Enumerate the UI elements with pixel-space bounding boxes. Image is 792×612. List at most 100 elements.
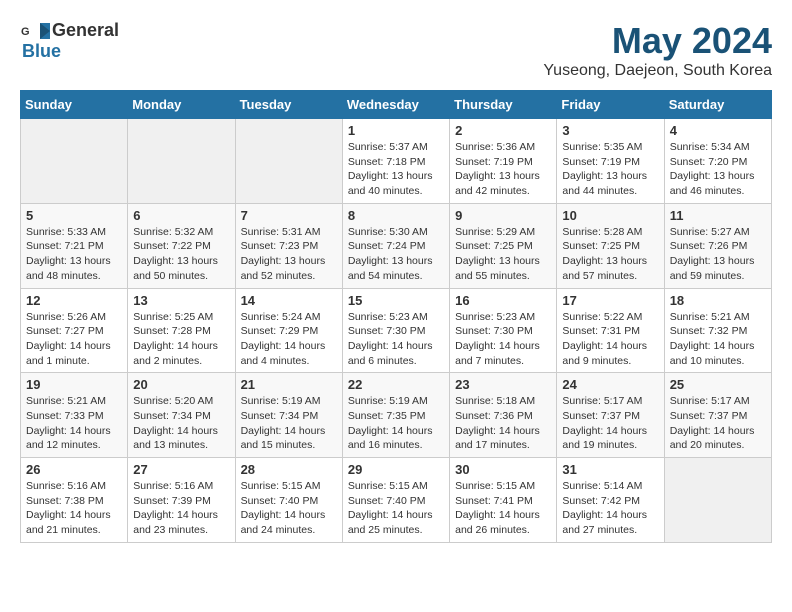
day-info: Sunrise: 5:33 AM Sunset: 7:21 PM Dayligh… (26, 225, 122, 284)
calendar-cell: 7 Sunrise: 5:31 AM Sunset: 7:23 PM Daylig… (235, 203, 342, 288)
day-info: Sunrise: 5:16 AM Sunset: 7:39 PM Dayligh… (133, 479, 229, 538)
calendar-cell (664, 458, 771, 543)
logo-icon: G (20, 21, 50, 41)
calendar-cell: 9Sunrise: 5:29 AM Sunset: 7:25 PM Daylig… (450, 203, 557, 288)
calendar-cell: 2 Sunrise: 5:36 AM Sunset: 7:19 PM Daylig… (450, 119, 557, 204)
day-info: Sunrise: 5:23 AM Sunset: 7:30 PM Dayligh… (348, 310, 444, 369)
location-title: Yuseong, Daejeon, South Korea (543, 62, 772, 80)
day-number: 2 (455, 123, 551, 138)
calendar-cell (235, 119, 342, 204)
calendar-cell: 5 Sunrise: 5:33 AM Sunset: 7:21 PM Daylig… (21, 203, 128, 288)
day-number: 22 (348, 377, 444, 392)
calendar-week-row: 26Sunrise: 5:16 AM Sunset: 7:38 PM Dayli… (21, 458, 772, 543)
day-number: 19 (26, 377, 122, 392)
logo-blue: Blue (22, 41, 61, 62)
day-number: 8 (348, 208, 444, 223)
day-info: Sunrise: 5:21 AM Sunset: 7:32 PM Dayligh… (670, 310, 766, 369)
day-info: Sunrise: 5:32 AM Sunset: 7:22 PM Dayligh… (133, 225, 229, 284)
day-info: Sunrise: 5:17 AM Sunset: 7:37 PM Dayligh… (670, 394, 766, 453)
day-info: Sunrise: 5:15 AM Sunset: 7:40 PM Dayligh… (348, 479, 444, 538)
weekday-header-row: SundayMondayTuesdayWednesdayThursdayFrid… (21, 91, 772, 119)
logo: G General Blue (20, 20, 119, 62)
day-info: Sunrise: 5:22 AM Sunset: 7:31 PM Dayligh… (562, 310, 658, 369)
day-info: Sunrise: 5:36 AM Sunset: 7:19 PM Dayligh… (455, 140, 551, 199)
day-info: Sunrise: 5:24 AM Sunset: 7:29 PM Dayligh… (241, 310, 337, 369)
calendar-cell: 12 Sunrise: 5:26 AM Sunset: 7:27 PM Dayli… (21, 288, 128, 373)
day-number: 15 (348, 293, 444, 308)
day-info: Sunrise: 5:18 AM Sunset: 7:36 PM Dayligh… (455, 394, 551, 453)
calendar-cell: 11Sunrise: 5:27 AM Sunset: 7:26 PM Dayli… (664, 203, 771, 288)
svg-text:G: G (21, 26, 30, 38)
day-number: 10 (562, 208, 658, 223)
calendar-cell: 27 Sunrise: 5:16 AM Sunset: 7:39 PM Dayli… (128, 458, 235, 543)
calendar-week-row: 12 Sunrise: 5:26 AM Sunset: 7:27 PM Dayli… (21, 288, 772, 373)
calendar-cell: 24 Sunrise: 5:17 AM Sunset: 7:37 PM Dayli… (557, 373, 664, 458)
calendar-week-row: 1 Sunrise: 5:37 AM Sunset: 7:18 PM Daylig… (21, 119, 772, 204)
day-info: Sunrise: 5:27 AM Sunset: 7:26 PM Dayligh… (670, 225, 766, 284)
day-info: Sunrise: 5:19 AM Sunset: 7:34 PM Dayligh… (241, 394, 337, 453)
day-number: 25 (670, 377, 766, 392)
day-number: 29 (348, 462, 444, 477)
calendar-cell: 19 Sunrise: 5:21 AM Sunset: 7:33 PM Dayli… (21, 373, 128, 458)
day-number: 14 (241, 293, 337, 308)
weekday-header-thursday: Thursday (450, 91, 557, 119)
calendar-cell: 10 Sunrise: 5:28 AM Sunset: 7:25 PM Dayli… (557, 203, 664, 288)
day-number: 26 (26, 462, 122, 477)
page-header: G General Blue May 2024 Yuseong, Daejeon… (20, 20, 772, 80)
day-number: 1 (348, 123, 444, 138)
day-number: 7 (241, 208, 337, 223)
day-info: Sunrise: 5:15 AM Sunset: 7:41 PM Dayligh… (455, 479, 551, 538)
weekday-header-tuesday: Tuesday (235, 91, 342, 119)
calendar-cell: 25 Sunrise: 5:17 AM Sunset: 7:37 PM Dayli… (664, 373, 771, 458)
calendar-cell (21, 119, 128, 204)
day-info: Sunrise: 5:19 AM Sunset: 7:35 PM Dayligh… (348, 394, 444, 453)
day-info: Sunrise: 5:34 AM Sunset: 7:20 PM Dayligh… (670, 140, 766, 199)
calendar-cell: 14 Sunrise: 5:24 AM Sunset: 7:29 PM Dayli… (235, 288, 342, 373)
logo-general: General (52, 20, 119, 41)
calendar-cell: 1 Sunrise: 5:37 AM Sunset: 7:18 PM Daylig… (342, 119, 449, 204)
calendar-cell: 20 Sunrise: 5:20 AM Sunset: 7:34 PM Dayli… (128, 373, 235, 458)
day-info: Sunrise: 5:25 AM Sunset: 7:28 PM Dayligh… (133, 310, 229, 369)
day-number: 28 (241, 462, 337, 477)
calendar-cell: 23Sunrise: 5:18 AM Sunset: 7:36 PM Dayli… (450, 373, 557, 458)
calendar-cell: 16 Sunrise: 5:23 AM Sunset: 7:30 PM Dayli… (450, 288, 557, 373)
day-number: 5 (26, 208, 122, 223)
day-info: Sunrise: 5:15 AM Sunset: 7:40 PM Dayligh… (241, 479, 337, 538)
weekday-header-saturday: Saturday (664, 91, 771, 119)
calendar-cell: 15 Sunrise: 5:23 AM Sunset: 7:30 PM Dayli… (342, 288, 449, 373)
calendar-cell: 21Sunrise: 5:19 AM Sunset: 7:34 PM Dayli… (235, 373, 342, 458)
calendar-cell: 28 Sunrise: 5:15 AM Sunset: 7:40 PM Dayli… (235, 458, 342, 543)
day-number: 16 (455, 293, 551, 308)
day-info: Sunrise: 5:21 AM Sunset: 7:33 PM Dayligh… (26, 394, 122, 453)
day-number: 4 (670, 123, 766, 138)
day-info: Sunrise: 5:35 AM Sunset: 7:19 PM Dayligh… (562, 140, 658, 199)
day-info: Sunrise: 5:23 AM Sunset: 7:30 PM Dayligh… (455, 310, 551, 369)
day-number: 31 (562, 462, 658, 477)
day-number: 6 (133, 208, 229, 223)
day-info: Sunrise: 5:26 AM Sunset: 7:27 PM Dayligh… (26, 310, 122, 369)
day-info: Sunrise: 5:14 AM Sunset: 7:42 PM Dayligh… (562, 479, 658, 538)
day-info: Sunrise: 5:20 AM Sunset: 7:34 PM Dayligh… (133, 394, 229, 453)
day-info: Sunrise: 5:31 AM Sunset: 7:23 PM Dayligh… (241, 225, 337, 284)
day-info: Sunrise: 5:37 AM Sunset: 7:18 PM Dayligh… (348, 140, 444, 199)
calendar-cell: 6 Sunrise: 5:32 AM Sunset: 7:22 PM Daylig… (128, 203, 235, 288)
calendar-cell (128, 119, 235, 204)
day-number: 9 (455, 208, 551, 223)
day-number: 12 (26, 293, 122, 308)
day-number: 18 (670, 293, 766, 308)
weekday-header-monday: Monday (128, 91, 235, 119)
calendar-week-row: 5 Sunrise: 5:33 AM Sunset: 7:21 PM Daylig… (21, 203, 772, 288)
title-block: May 2024 Yuseong, Daejeon, South Korea (543, 20, 772, 80)
day-number: 27 (133, 462, 229, 477)
day-info: Sunrise: 5:17 AM Sunset: 7:37 PM Dayligh… (562, 394, 658, 453)
calendar-cell: 4 Sunrise: 5:34 AM Sunset: 7:20 PM Daylig… (664, 119, 771, 204)
month-title: May 2024 (543, 20, 772, 62)
day-number: 17 (562, 293, 658, 308)
calendar-table: SundayMondayTuesdayWednesdayThursdayFrid… (20, 90, 772, 543)
day-info: Sunrise: 5:28 AM Sunset: 7:25 PM Dayligh… (562, 225, 658, 284)
day-number: 24 (562, 377, 658, 392)
day-number: 20 (133, 377, 229, 392)
calendar-week-row: 19 Sunrise: 5:21 AM Sunset: 7:33 PM Dayli… (21, 373, 772, 458)
weekday-header-friday: Friday (557, 91, 664, 119)
calendar-cell: 22 Sunrise: 5:19 AM Sunset: 7:35 PM Dayli… (342, 373, 449, 458)
